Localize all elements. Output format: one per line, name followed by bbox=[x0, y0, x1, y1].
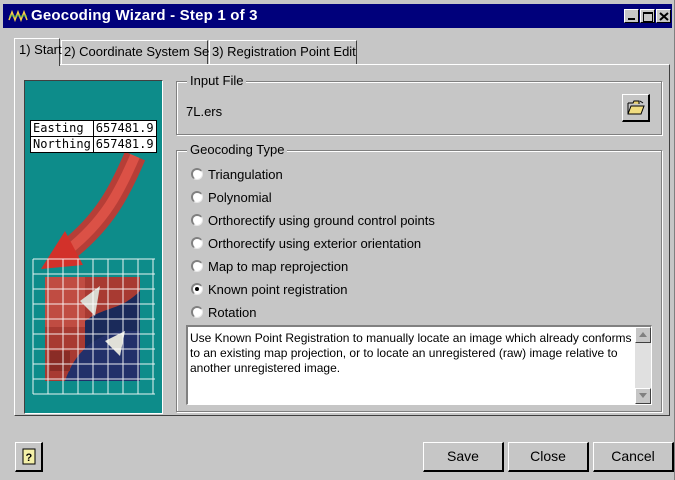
coordinate-readout: Easting 657481.9 Northing 657481.9 bbox=[30, 120, 157, 153]
minimize-button[interactable] bbox=[624, 9, 639, 23]
radio-button[interactable] bbox=[191, 191, 203, 203]
radio-button[interactable] bbox=[191, 306, 203, 318]
radio-button[interactable] bbox=[191, 168, 203, 180]
radio-button[interactable] bbox=[191, 237, 203, 249]
scroll-up-button[interactable] bbox=[635, 327, 651, 343]
northing-label: Northing bbox=[30, 136, 94, 153]
input-file-group: Input File bbox=[176, 73, 662, 135]
radio-label: Triangulation bbox=[208, 167, 283, 182]
close-button[interactable]: Close bbox=[508, 442, 589, 472]
description-box[interactable]: Use Known Point Registration to manually… bbox=[186, 325, 652, 405]
radio-button[interactable] bbox=[191, 260, 203, 272]
input-file-name: 7L.ers bbox=[186, 104, 223, 119]
radio-label: Map to map reprojection bbox=[208, 259, 349, 274]
vertical-scrollbar[interactable] bbox=[635, 327, 651, 404]
northing-value: 657481.9 bbox=[92, 136, 157, 153]
svg-text:?: ? bbox=[26, 452, 33, 464]
radio-label: Known point registration bbox=[208, 282, 348, 297]
help-button[interactable]: ? bbox=[15, 442, 43, 472]
geocoding-type-group-title: Geocoding Type bbox=[187, 142, 288, 157]
radio-button-selected[interactable] bbox=[191, 283, 203, 295]
description-text: Use Known Point Registration to manually… bbox=[190, 331, 632, 375]
globe-grid-icon bbox=[8, 9, 28, 23]
maximize-button[interactable] bbox=[640, 9, 655, 23]
radio-label: Rotation bbox=[208, 305, 257, 320]
radio-label: Orthorectify using ground control points bbox=[208, 213, 435, 228]
tab-registration-point-edit[interactable]: 3) Registration Point Edit bbox=[209, 40, 357, 64]
radio-label: Polynomial bbox=[208, 190, 272, 205]
input-file-group-title: Input File bbox=[187, 73, 247, 88]
tab-start[interactable]: 1) Start bbox=[14, 38, 62, 66]
radio-button[interactable] bbox=[191, 214, 203, 226]
tab-coordinate-system-setup[interactable]: 2) Coordinate System Setup bbox=[61, 40, 227, 64]
save-button[interactable]: Save bbox=[423, 442, 504, 472]
easting-label: Easting bbox=[30, 120, 94, 137]
easting-value: 657481.9 bbox=[92, 120, 157, 137]
title-bar[interactable]: Geocoding Wizard - Step 1 of 3 bbox=[3, 4, 672, 28]
browse-file-button[interactable] bbox=[622, 94, 650, 122]
geocoding-wizard-window: Geocoding Wizard - Step 1 of 3 1) Start … bbox=[0, 0, 675, 480]
close-window-button[interactable] bbox=[656, 9, 671, 23]
window-title: Geocoding Wizard - Step 1 of 3 bbox=[31, 7, 258, 24]
cancel-button[interactable]: Cancel bbox=[593, 442, 674, 472]
radio-label: Orthorectify using exterior orientation bbox=[208, 236, 422, 251]
scroll-down-button[interactable] bbox=[635, 388, 651, 404]
